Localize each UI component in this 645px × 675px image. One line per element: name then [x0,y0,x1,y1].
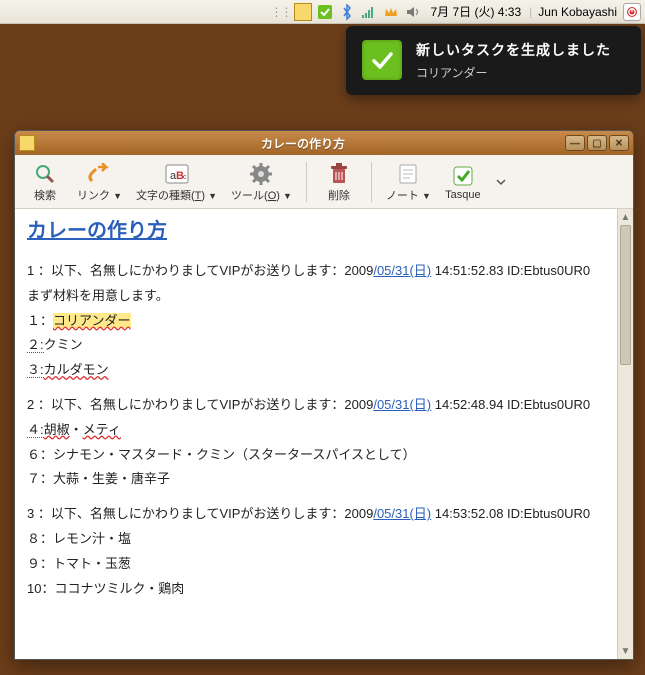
overflow-button[interactable] [489,167,513,197]
notification-title: 新しいタスクを生成しました [416,40,611,60]
date-link[interactable]: /05/31(日) [373,506,431,521]
text-style-button[interactable]: aBc 文字の種類(T) ▼ [130,159,223,205]
notification-text: 新しいタスクを生成しました コリアンダー [416,40,611,81]
check-icon [362,40,402,80]
scroll-thumb[interactable] [620,225,631,365]
app-icon [19,135,35,151]
post-header: 3 ：以下、名無しにかわりましてVIPがお送りします：2009/05/31(日)… [27,504,605,525]
list-item: 10：ココナツミルク・鶏肉 [27,579,605,600]
trash-icon [328,161,350,187]
text-icon: aBc [164,161,190,187]
gear-icon [249,161,273,187]
tasque-icon [452,163,474,189]
scroll-down-icon[interactable]: ▼ [618,643,633,659]
post-block: 3 ：以下、名無しにかわりましてVIPがお送りします：2009/05/31(日)… [27,504,605,599]
close-button[interactable]: ✕ [609,135,629,151]
task-check-icon[interactable] [316,3,334,21]
user-name[interactable]: Jun Kobayashi [538,5,617,19]
note-window: カレーの作り方 — ▢ ✕ 検索 リンク ▼ aBc 文字の種類(T) ▼ [14,130,634,660]
clock[interactable]: 7月 7日 (火) 4:33 [430,3,521,20]
bluetooth-icon[interactable] [338,3,356,21]
tools-button[interactable]: ツール(O) ▼ [225,159,298,205]
note-heading: カレーの作り方 [27,215,605,247]
list-item: ６：シナモン・マスタード・クミン（スタータースパイスとして） [27,445,605,466]
post-block: 2 ：以下、名無しにかわりましてVIPがお送りします：2009/05/31(日)… [27,395,605,490]
toolbar-separator [306,162,307,202]
window-title: カレーの作り方 [41,135,565,152]
chevron-down-icon [495,169,507,195]
signal-icon[interactable] [360,3,378,21]
note-body[interactable]: カレーの作り方 1 ：以下、名無しにかわりましてVIPがお送りします：2009/… [15,209,617,659]
search-icon [33,161,57,187]
top-panel: ⋮⋮ 7月 7日 (火) 4:33 | Jun Kobayashi [0,0,645,24]
list-item: ８：レモン汁・塩 [27,529,605,550]
search-button[interactable]: 検索 [21,159,69,205]
content-area: カレーの作り方 1 ：以下、名無しにかわりましてVIPがお送りします：2009/… [15,209,633,659]
note-button[interactable]: ノート ▼ [380,159,437,205]
post-block: 1 ：以下、名無しにかわりましてVIPがお送りします：2009/05/31(日)… [27,261,605,381]
toolbar-separator [371,162,372,202]
maximize-button[interactable]: ▢ [587,135,607,151]
scroll-up-icon[interactable]: ▲ [618,209,633,225]
note-icon [397,161,419,187]
titlebar[interactable]: カレーの作り方 — ▢ ✕ [15,131,633,155]
note-icon[interactable] [294,3,312,21]
separator: | [529,5,532,19]
list-item: ９：トマト・玉葱 [27,554,605,575]
crown-icon[interactable] [382,3,400,21]
minimize-button[interactable]: — [565,135,585,151]
list-item: ４:胡椒・メティ [27,420,605,441]
text-line: まず材料を用意します。 [27,286,605,307]
list-item: ３:カルダモン [27,360,605,381]
toolbar: 検索 リンク ▼ aBc 文字の種類(T) ▼ ツール(O) ▼ [15,155,633,209]
svg-text:c: c [183,174,187,181]
shutdown-icon[interactable] [623,3,641,21]
volume-icon[interactable] [404,3,422,21]
link-icon [86,161,112,187]
tray: ⋮⋮ [270,3,422,21]
list-item: ２:クミン [27,335,605,356]
notification: 新しいタスクを生成しました コリアンダー [346,26,641,95]
grip-icon: ⋮⋮ [270,5,290,19]
date-link[interactable]: /05/31(日) [373,263,431,278]
notification-body: コリアンダー [416,64,611,81]
list-item: ７：大蒜・生姜・唐辛子 [27,469,605,490]
post-header: 2 ：以下、名無しにかわりましてVIPがお送りします：2009/05/31(日)… [27,395,605,416]
scrollbar[interactable]: ▲ ▼ [617,209,633,659]
link-button[interactable]: リンク ▼ [71,159,128,205]
tasque-button[interactable]: Tasque [439,161,487,203]
date-link[interactable]: /05/31(日) [373,397,431,412]
post-header: 1 ：以下、名無しにかわりましてVIPがお送りします：2009/05/31(日)… [27,261,605,282]
window-buttons: — ▢ ✕ [565,135,629,151]
list-item: １：コリアンダー [27,311,605,332]
delete-button[interactable]: 削除 [315,159,363,205]
